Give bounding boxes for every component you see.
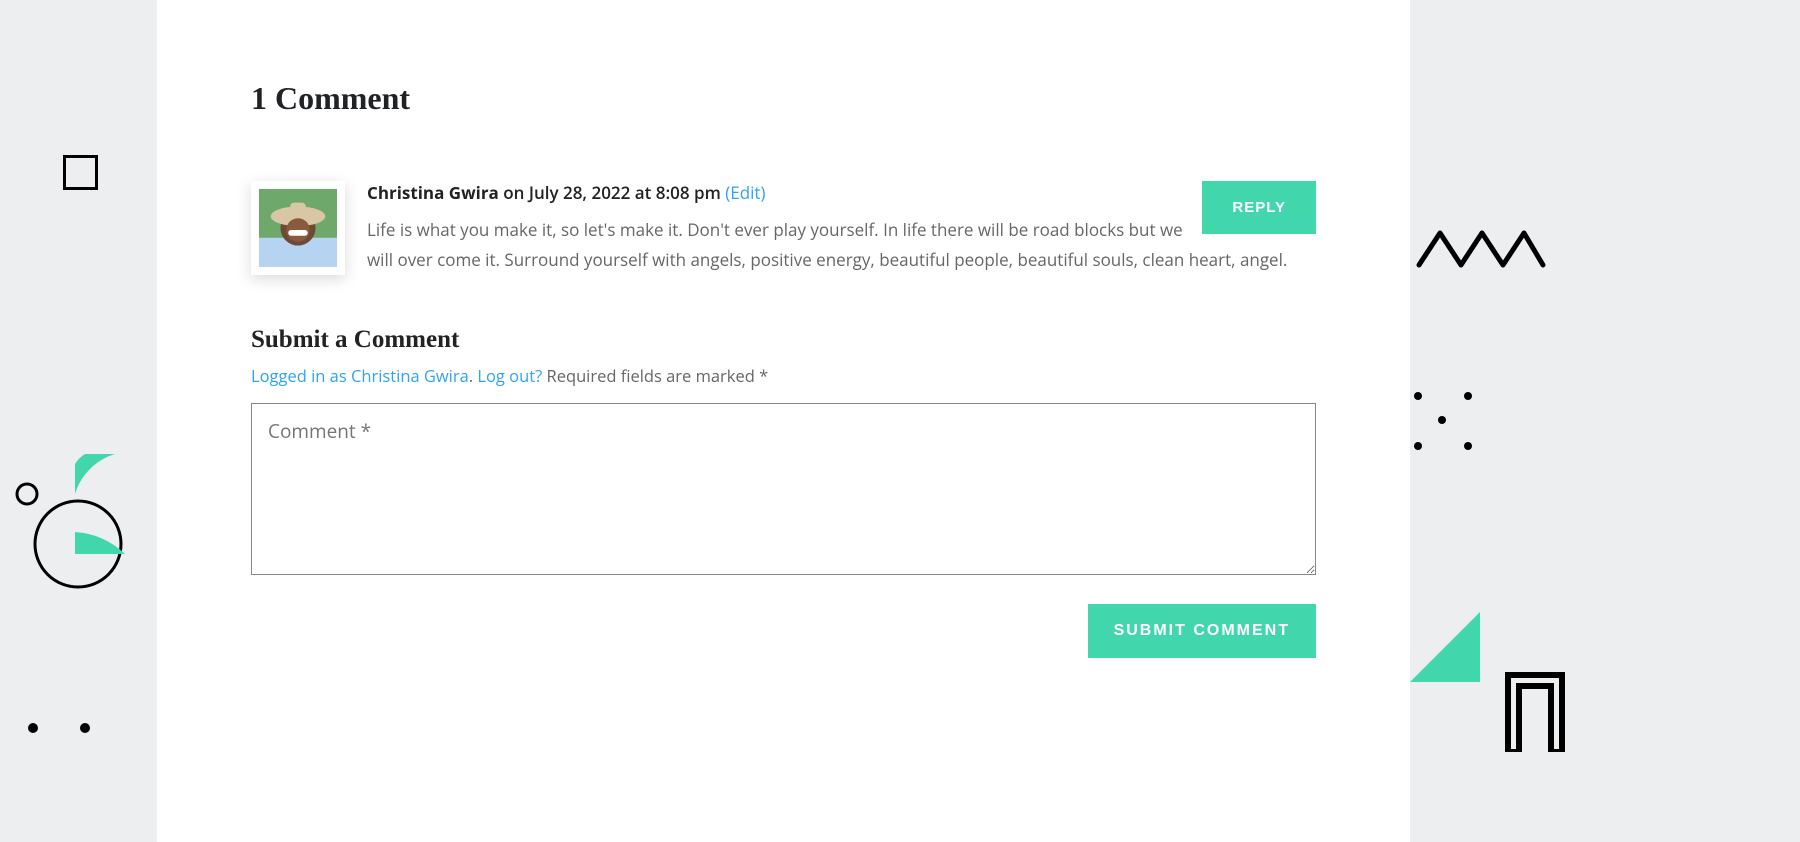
deco-square-small — [63, 155, 98, 190]
comment-textarea[interactable] — [251, 403, 1316, 575]
required-note: Required fields are marked * — [542, 364, 768, 387]
deco-quarter-arc — [75, 454, 137, 554]
logged-in-as-link[interactable]: Logged in as Christina Gwira — [251, 364, 469, 387]
comment-author: Christina Gwira — [367, 181, 499, 204]
deco-dots-bottom — [27, 722, 107, 734]
submit-comment-button[interactable]: SUBMIT COMMENT — [1088, 604, 1316, 658]
deco-zigzag-icon — [1416, 225, 1546, 275]
comment-text: Life is what you make it, so let's make … — [367, 215, 1316, 276]
comment-meta: Christina Gwira on July 28, 2022 at 8:08… — [367, 181, 1316, 205]
deco-dot-grid — [1412, 390, 1488, 466]
comments-title: 1 Comment — [251, 80, 1316, 117]
comment-item: REPLY Christina Gwira on July 28, 2022 a… — [251, 181, 1316, 276]
content-card: 1 Comment REPLY Christina Gwira on July … — [157, 0, 1410, 842]
reply-button[interactable]: REPLY — [1202, 181, 1316, 234]
logged-in-line: Logged in as Christina Gwira. Log out? R… — [251, 364, 1316, 387]
deco-triangle — [1410, 612, 1480, 682]
submit-wrap: SUBMIT COMMENT — [251, 604, 1316, 658]
deco-bracket — [1505, 672, 1565, 752]
submit-comment-title: Submit a Comment — [251, 326, 1316, 354]
avatar-icon — [259, 189, 337, 267]
comment-edit-link[interactable]: (Edit) — [725, 181, 765, 204]
avatar-frame — [251, 181, 345, 275]
comment-date: on July 28, 2022 at 8:08 pm — [503, 181, 721, 204]
logout-link[interactable]: Log out? — [477, 364, 542, 387]
comment-body: REPLY Christina Gwira on July 28, 2022 a… — [367, 181, 1316, 276]
